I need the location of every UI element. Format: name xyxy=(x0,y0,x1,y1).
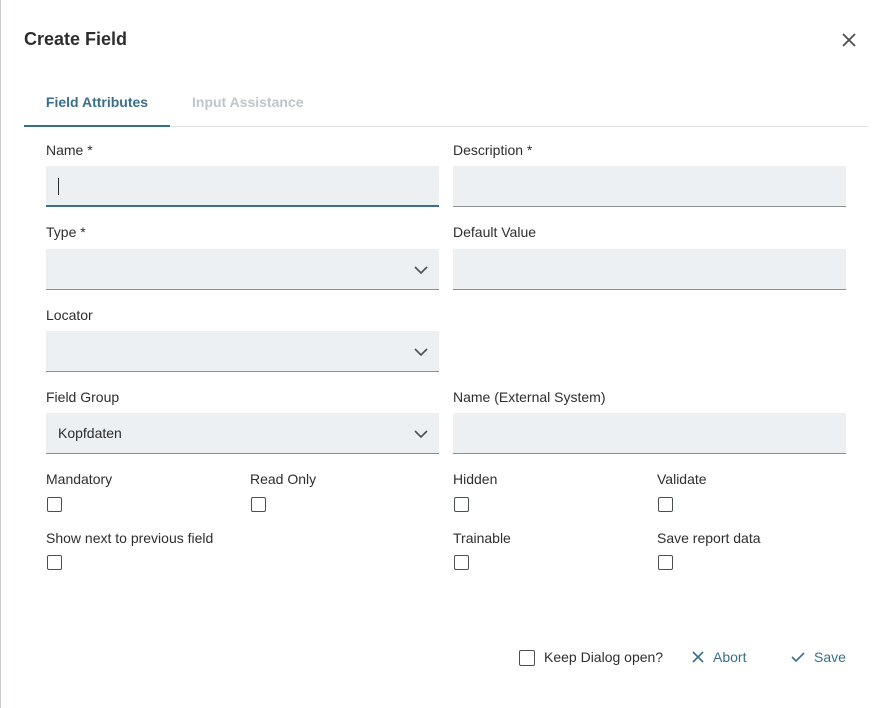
save-button[interactable]: Save xyxy=(790,649,846,665)
name-input[interactable] xyxy=(46,166,439,207)
chevron-down-icon xyxy=(414,266,428,275)
save-report-data-checkbox[interactable] xyxy=(658,555,673,570)
dialog-title: Create Field xyxy=(24,29,128,49)
external-name-input[interactable] xyxy=(453,413,846,454)
validate-checkbox[interactable] xyxy=(658,497,673,512)
validate-label: Validate xyxy=(657,471,707,487)
text-cursor xyxy=(58,178,59,195)
type-label: Type * xyxy=(46,224,86,240)
chevron-down-icon xyxy=(414,348,428,357)
hidden-label: Hidden xyxy=(453,471,498,487)
close-icon xyxy=(692,651,704,663)
default-value-label: Default Value xyxy=(453,224,537,240)
read-only-checkbox[interactable] xyxy=(251,497,266,512)
show-next-label: Show next to previous field xyxy=(46,530,214,546)
locator-select[interactable] xyxy=(46,331,439,372)
mandatory-checkbox[interactable] xyxy=(47,497,62,512)
name-label: Name * xyxy=(46,142,93,158)
show-next-checkbox[interactable] xyxy=(47,555,62,570)
external-name-label: Name (External System) xyxy=(453,389,606,405)
field-group-value: Kopfdaten xyxy=(58,425,122,441)
read-only-label: Read Only xyxy=(250,471,317,487)
save-report-data-label: Save report data xyxy=(657,530,761,546)
hidden-checkbox[interactable] xyxy=(454,497,469,512)
chevron-down-icon xyxy=(414,430,428,439)
abort-button[interactable]: Abort xyxy=(691,649,746,665)
abort-label: Abort xyxy=(713,649,747,665)
mandatory-label: Mandatory xyxy=(46,471,113,487)
create-field-dialog: Create Field Field Attributes Input Assi… xyxy=(0,0,889,708)
description-input[interactable] xyxy=(453,166,846,207)
tab-bar: Field Attributes Input Assistance xyxy=(24,84,868,127)
keep-dialog-open-checkbox[interactable] xyxy=(519,650,535,666)
tab-input-assistance[interactable]: Input Assistance xyxy=(192,84,304,125)
field-group-select[interactable]: Kopfdaten xyxy=(46,413,439,454)
description-label: Description * xyxy=(453,142,533,158)
keep-dialog-open-label: Keep Dialog open? xyxy=(544,649,664,665)
save-label: Save xyxy=(814,649,846,665)
trainable-checkbox[interactable] xyxy=(454,555,469,570)
check-icon xyxy=(791,652,805,663)
field-group-label: Field Group xyxy=(46,389,120,405)
trainable-label: Trainable xyxy=(453,530,511,546)
close-icon[interactable] xyxy=(837,28,861,52)
default-value-input[interactable] xyxy=(453,249,846,290)
tab-field-attributes[interactable]: Field Attributes xyxy=(24,84,170,127)
type-select[interactable] xyxy=(46,249,439,290)
locator-label: Locator xyxy=(46,307,93,323)
